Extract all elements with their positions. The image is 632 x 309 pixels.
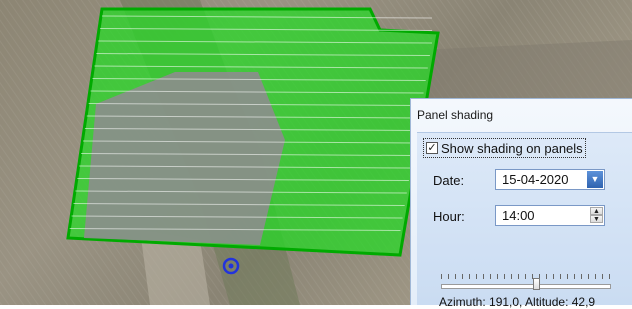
target-ring-center	[228, 263, 234, 269]
slider-ticks	[441, 274, 611, 279]
azimuth-altitude-readout: Azimuth: 191,0, Altitude: 42,9	[439, 295, 596, 309]
date-value: 15-04-2020	[502, 172, 569, 187]
hour-input[interactable]: 14:00 ▲ ▼	[495, 205, 605, 226]
panel-body: ✓ Show shading on panels Date: 15-04-202…	[417, 132, 632, 309]
spin-down-button[interactable]: ▼	[590, 215, 603, 223]
slider-thumb[interactable]	[533, 278, 541, 290]
time-slider[interactable]	[441, 273, 611, 293]
checkbox-check-icon[interactable]: ✓	[426, 142, 438, 154]
spin-up-button[interactable]: ▲	[590, 207, 603, 215]
date-label: Date:	[433, 173, 465, 188]
slider-track[interactable]	[441, 284, 611, 289]
hour-label: Hour:	[433, 209, 465, 224]
show-shading-checkbox[interactable]: ✓ Show shading on panels	[423, 138, 586, 158]
panel-shading-window: Panel shading ✓ Show shading on panels D…	[410, 98, 632, 309]
spin-updown-icon[interactable]: ▲ ▼	[590, 207, 603, 224]
dropdown-arrow-icon[interactable]: ▼	[587, 171, 603, 188]
date-picker[interactable]: 15-04-2020 ▼	[495, 169, 605, 190]
show-shading-label: Show shading on panels	[441, 140, 583, 156]
panel-title: Panel shading	[417, 108, 494, 122]
shading-overlay	[84, 72, 285, 245]
hour-value: 14:00	[502, 208, 535, 223]
